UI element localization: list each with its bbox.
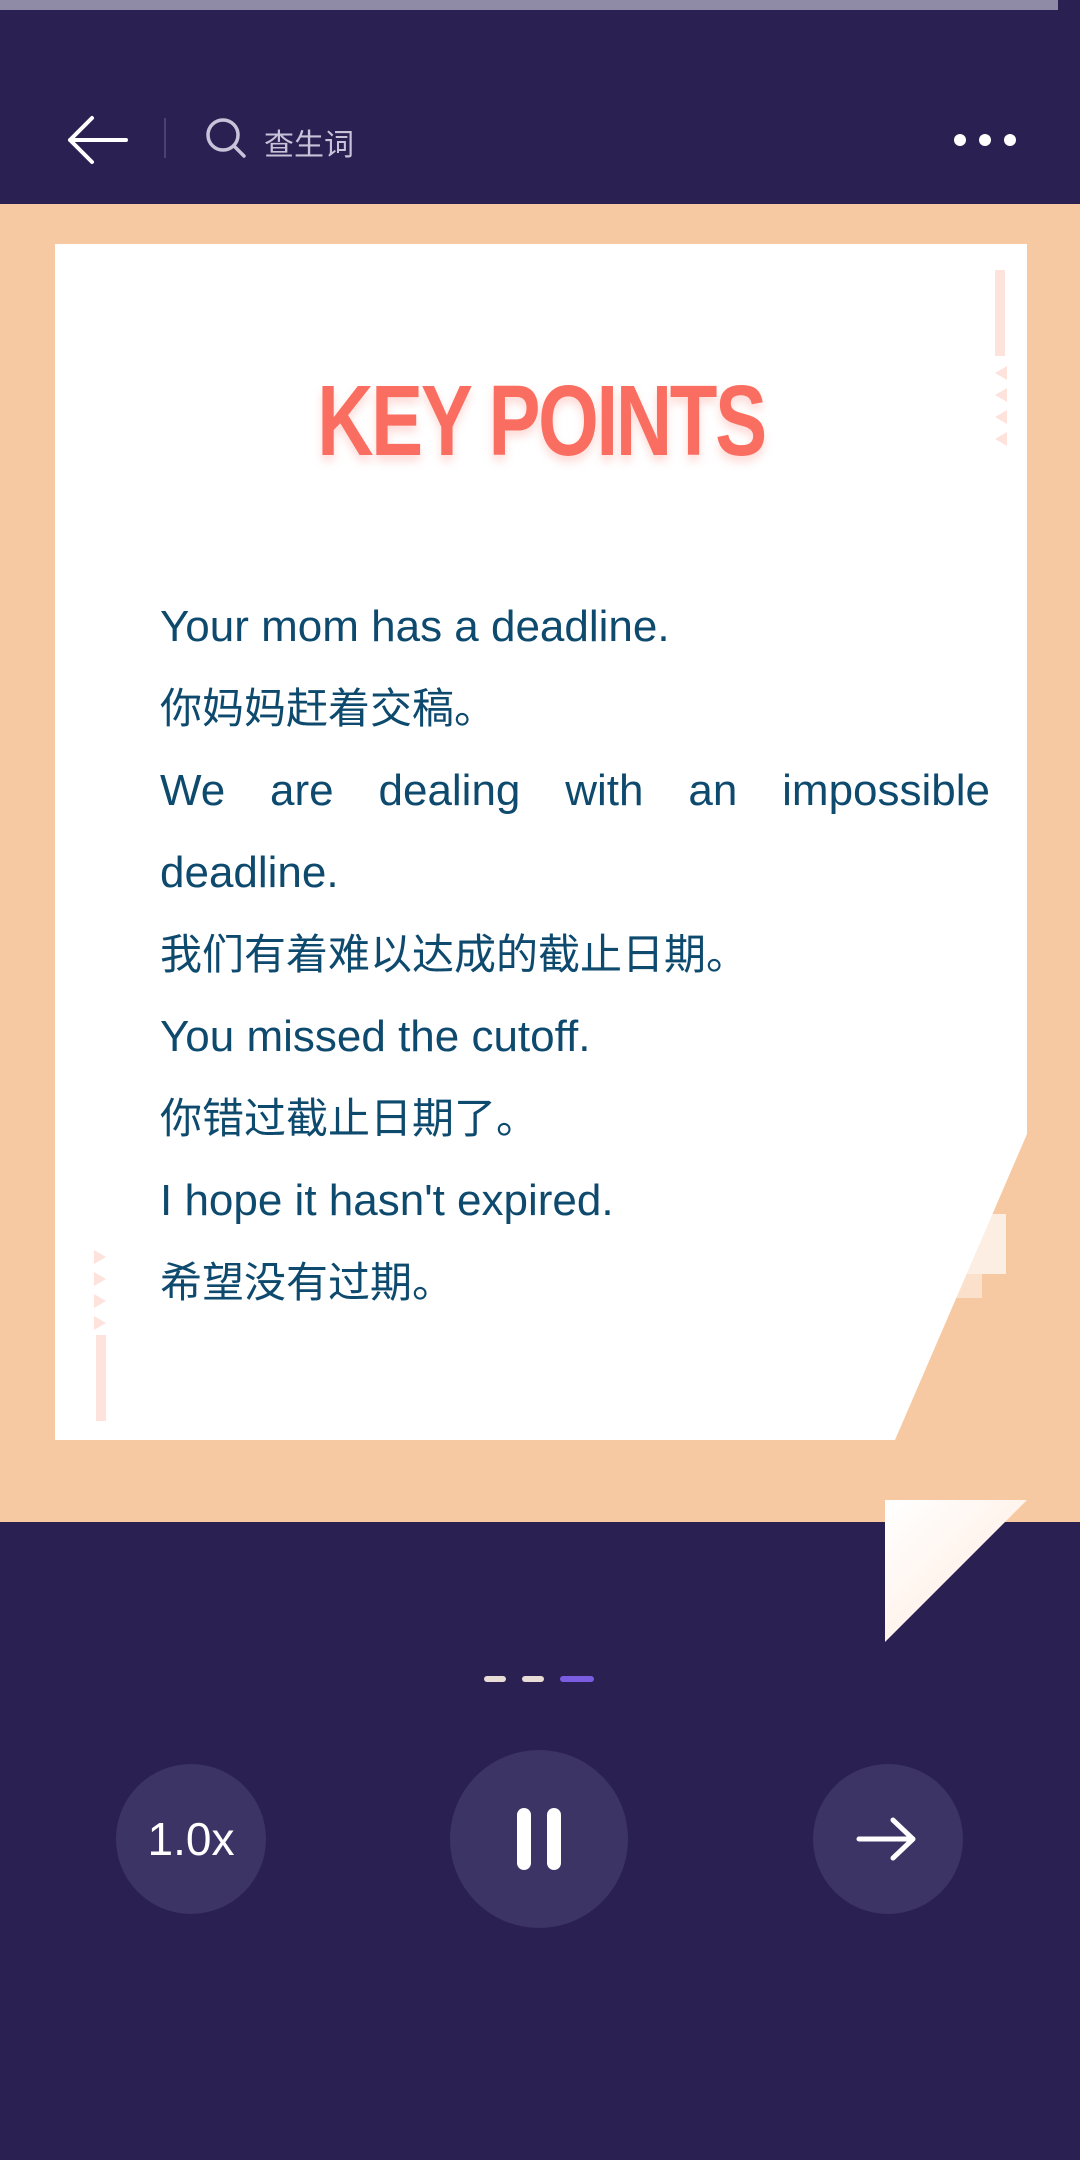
line-en: You missed the cutoff. bbox=[160, 1012, 591, 1061]
back-button[interactable] bbox=[62, 110, 132, 170]
pager-dot-active bbox=[560, 1676, 594, 1682]
line-en: Your mom has a deadline. bbox=[160, 602, 670, 651]
next-button[interactable] bbox=[813, 1764, 963, 1914]
progress-bar bbox=[0, 0, 1080, 10]
card-lines: Your mom has a deadline. 你妈妈赶着交稿。 We are… bbox=[160, 586, 990, 1324]
decoration-triangle bbox=[94, 1316, 106, 1330]
card-title: KEY POINTS bbox=[317, 365, 767, 477]
pager-dot bbox=[484, 1676, 506, 1682]
line-en: We are dealing with an impossible deadli… bbox=[160, 766, 990, 897]
decoration-triangle bbox=[995, 388, 1007, 402]
decoration-triangle bbox=[995, 432, 1007, 446]
progress-bar-fill bbox=[0, 0, 1059, 10]
header-divider bbox=[164, 118, 166, 158]
more-button[interactable] bbox=[950, 120, 1020, 160]
line-zh: 你妈妈赶着交稿。 bbox=[160, 684, 497, 733]
line-zh: 你错过截止日期了。 bbox=[160, 1094, 539, 1143]
arrow-left-icon bbox=[68, 116, 128, 164]
word-lookup-button[interactable]: 查生词 bbox=[200, 108, 460, 168]
slide-area[interactable]: KEY POINTS Your mom has a deadline. 你妈妈赶… bbox=[0, 204, 1080, 1682]
pager-dot bbox=[522, 1676, 544, 1682]
decoration-triangle bbox=[995, 410, 1007, 424]
line-zh: 我们有着难以达成的截止日期。 bbox=[160, 930, 749, 979]
key-points-card: KEY POINTS Your mom has a deadline. 你妈妈赶… bbox=[55, 244, 1027, 1440]
line-en: I hope it hasn't expired. bbox=[160, 1176, 614, 1225]
playback-speed-label: 1.0x bbox=[147, 1813, 235, 1865]
top-bar: 查生词 bbox=[0, 80, 1080, 195]
more-dots-icon bbox=[954, 134, 1016, 146]
decoration-triangle bbox=[94, 1272, 106, 1286]
page-curl bbox=[885, 1500, 1027, 1642]
playback-controls: 1.0x bbox=[0, 1750, 1080, 1940]
line-zh: 希望没有过期。 bbox=[160, 1258, 455, 1307]
decoration-bar bbox=[995, 270, 1005, 356]
decoration-triangle bbox=[94, 1294, 106, 1308]
decoration-triangle bbox=[995, 366, 1007, 380]
pause-icon bbox=[517, 1808, 561, 1870]
arrow-right-icon bbox=[856, 1817, 916, 1861]
playback-speed-button[interactable]: 1.0x bbox=[116, 1764, 266, 1914]
search-icon bbox=[206, 118, 246, 158]
pause-button[interactable] bbox=[450, 1750, 628, 1928]
decoration-bar bbox=[96, 1335, 106, 1421]
word-lookup-label: 查生词 bbox=[264, 129, 354, 162]
decoration-triangle bbox=[94, 1250, 106, 1264]
